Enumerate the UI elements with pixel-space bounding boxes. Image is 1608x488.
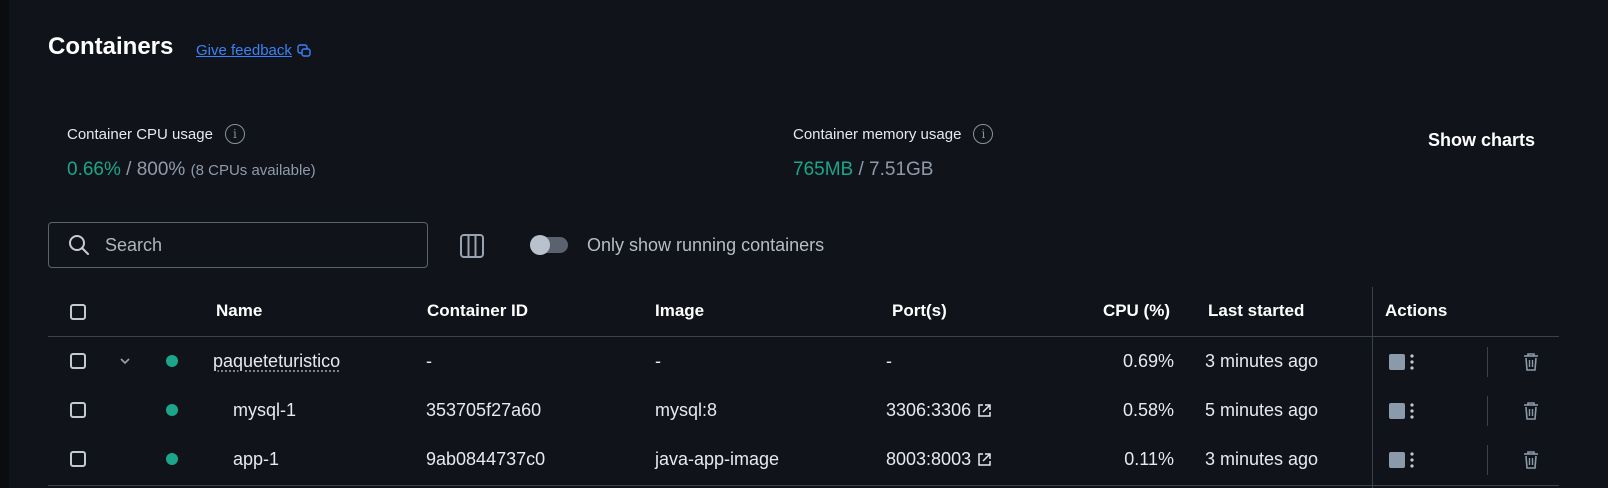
- chevron-down-icon[interactable]: [118, 354, 132, 368]
- running-status-dot: [166, 355, 178, 367]
- cpu-usage-value: 0.66% / 800% (8 CPUs available): [67, 159, 316, 181]
- feedback-icon: [297, 43, 311, 57]
- column-header-cpu[interactable]: CPU (%): [1090, 301, 1170, 321]
- row-checkbox[interactable]: [70, 451, 86, 467]
- info-icon[interactable]: i: [224, 124, 245, 144]
- cpu-note: (8 CPUs available): [190, 162, 316, 179]
- cpu-separator: /: [120, 159, 137, 180]
- container-last-started: 3 minutes ago: [1205, 351, 1319, 371]
- container-image: -: [655, 351, 661, 371]
- container-id: 353705f27a60: [426, 400, 542, 420]
- running-only-toggle[interactable]: [530, 235, 568, 255]
- actions-divider: [1487, 347, 1488, 377]
- container-ports: 3306:3306: [886, 400, 972, 420]
- left-sidebar-edge: [0, 0, 9, 488]
- container-cpu: 0.58%: [1122, 400, 1174, 420]
- memory-usage-label-row: Container memory usage i: [793, 124, 994, 144]
- memory-usage-value: 765MB / 7.51GB: [793, 159, 933, 181]
- container-image[interactable]: mysql:8: [655, 400, 717, 421]
- kebab-menu-icon[interactable]: [1409, 402, 1415, 420]
- trash-icon[interactable]: [1522, 450, 1540, 470]
- container-ports-link[interactable]: 3306:3306: [886, 400, 992, 421]
- container-ports: -: [886, 351, 892, 371]
- row-checkbox[interactable]: [70, 402, 86, 418]
- stop-icon[interactable]: [1389, 452, 1405, 468]
- column-header-image[interactable]: Image: [655, 301, 704, 321]
- select-all-checkbox[interactable]: [70, 304, 86, 320]
- containers-table: Name Container ID Image Port(s) CPU (%) …: [48, 287, 1559, 488]
- container-image[interactable]: java-app-image: [655, 449, 779, 470]
- running-only-label: Only show running containers: [587, 235, 825, 255]
- trash-icon[interactable]: [1522, 352, 1540, 372]
- external-link-icon: [978, 404, 991, 417]
- cpu-used: 0.66%: [67, 159, 121, 180]
- container-cpu: 0.69%: [1122, 351, 1174, 371]
- search-box[interactable]: [48, 222, 428, 268]
- info-icon[interactable]: i: [973, 124, 994, 144]
- container-name[interactable]: mysql-1: [233, 400, 296, 421]
- column-header-last-started[interactable]: Last started: [1208, 301, 1304, 321]
- container-name[interactable]: app-1: [233, 449, 279, 470]
- give-feedback-link[interactable]: Give feedback: [196, 42, 311, 59]
- column-header-ports[interactable]: Port(s): [892, 301, 947, 321]
- columns-icon[interactable]: [459, 233, 485, 259]
- running-status-dot: [166, 453, 178, 465]
- running-status-dot: [166, 404, 178, 416]
- row-checkbox[interactable]: [70, 353, 86, 369]
- column-header-actions: Actions: [1385, 301, 1448, 320]
- show-charts-button[interactable]: Show charts: [1428, 130, 1535, 151]
- table-bottom-divider: [48, 485, 1559, 486]
- search-input[interactable]: [103, 233, 407, 257]
- container-last-started: 3 minutes ago: [1205, 449, 1319, 469]
- actions-column-divider: [1372, 287, 1373, 488]
- container-ports-link[interactable]: 8003:8003: [886, 449, 992, 470]
- memory-used: 765MB: [793, 159, 854, 180]
- column-header-name[interactable]: Name: [216, 301, 262, 321]
- search-icon: [69, 235, 89, 255]
- cpu-usage-label: Container CPU usage: [67, 125, 213, 143]
- column-header-container-id[interactable]: Container ID: [427, 301, 528, 321]
- toggle-knob: [530, 235, 550, 255]
- actions-divider: [1487, 396, 1488, 426]
- container-last-started: 5 minutes ago: [1205, 400, 1319, 420]
- memory-separator: /: [853, 159, 870, 180]
- memory-total: 7.51GB: [869, 159, 934, 180]
- external-link-icon: [978, 453, 991, 466]
- actions-divider: [1487, 445, 1488, 475]
- stop-icon[interactable]: [1389, 354, 1405, 370]
- memory-usage-label: Container memory usage: [793, 125, 962, 143]
- page-title: Containers: [48, 33, 174, 60]
- give-feedback-label: Give feedback: [196, 42, 292, 59]
- kebab-menu-icon[interactable]: [1409, 353, 1415, 371]
- container-id: 9ab0844737c0: [426, 449, 546, 469]
- container-id: -: [426, 351, 432, 371]
- cpu-usage-label-row: Container CPU usage i: [67, 124, 245, 144]
- stop-icon[interactable]: [1389, 403, 1405, 419]
- header-divider: [48, 336, 1559, 337]
- trash-icon[interactable]: [1522, 401, 1540, 421]
- container-name[interactable]: paqueteturistico: [213, 351, 340, 372]
- container-cpu: 0.11%: [1124, 449, 1174, 469]
- cpu-total: 800%: [136, 159, 186, 180]
- container-ports: 8003:8003: [886, 449, 972, 469]
- kebab-menu-icon[interactable]: [1409, 451, 1415, 469]
